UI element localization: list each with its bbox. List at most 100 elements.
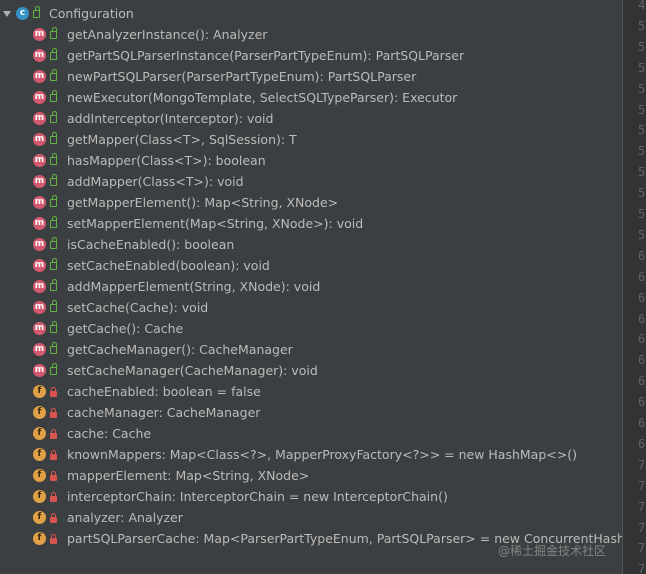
method-icon: m: [33, 343, 46, 356]
line-number: 6: [638, 269, 646, 284]
line-number: 6: [638, 416, 646, 430]
field-icon: f: [33, 406, 46, 419]
method-icon: m: [33, 238, 46, 251]
field-icon: f: [33, 385, 46, 398]
line-number: 5: [638, 227, 646, 242]
line-number: 7: [638, 457, 646, 472]
member-signature: setCacheManager(CacheManager): void: [67, 363, 318, 378]
method-icon: m: [33, 364, 46, 377]
tree-item-field[interactable]: f cacheManager: CacheManager: [0, 402, 622, 423]
private-lock-icon: [50, 450, 57, 460]
public-lock-icon: [50, 111, 57, 123]
tree-item-method[interactable]: m getCache(): Cache: [0, 318, 622, 339]
class-name-label: Configuration: [49, 6, 134, 21]
public-lock-icon: [50, 27, 57, 39]
public-lock-icon: [50, 279, 57, 291]
line-number: 6: [638, 332, 646, 347]
member-signature: getCache(): Cache: [67, 321, 184, 336]
tree-item-method[interactable]: m setCache(Cache): void: [0, 297, 622, 318]
member-signature: newExecutor(MongoTemplate, SelectSQLType…: [67, 90, 458, 105]
member-signature: mapperElement: Map<String, XNode>: [67, 468, 310, 483]
tree-item-method[interactable]: m newExecutor(MongoTemplate, SelectSQLTyp…: [0, 87, 622, 108]
public-lock-icon: [50, 69, 57, 81]
private-lock-icon: [50, 492, 57, 502]
public-lock-icon: [50, 153, 57, 165]
private-lock-icon: [50, 429, 57, 439]
member-signature: knownMappers: Map<Class<?>, MapperProxyF…: [67, 447, 577, 462]
tree-root-configuration[interactable]: c Configuration: [0, 3, 622, 24]
public-lock-icon: [50, 321, 57, 333]
line-number: 6: [638, 290, 646, 305]
tree-item-method[interactable]: m hasMapper(Class<T>): boolean: [0, 150, 622, 171]
method-icon: m: [33, 259, 46, 272]
tree-item-method[interactable]: m getPartSQLParserInstance(ParserPartType…: [0, 45, 622, 66]
field-icon: f: [33, 448, 46, 461]
member-signature: getMapperElement(): Map<String, XNode>: [67, 195, 339, 210]
method-icon: m: [33, 28, 46, 41]
line-number: 5: [638, 102, 646, 117]
member-signature: newPartSQLParser(ParserPartTypeEnum): Pa…: [67, 69, 417, 84]
method-icon: m: [33, 154, 46, 167]
watermark: @稀土掘金技术社区: [497, 544, 606, 558]
tree-item-method[interactable]: m setCacheManager(CacheManager): void: [0, 360, 622, 381]
class-icon: c: [16, 7, 29, 20]
member-signature: cache: Cache: [67, 426, 152, 441]
tree-item-field[interactable]: f knownMappers: Map<Class<?>, MapperProxy…: [0, 444, 622, 465]
field-icon: f: [33, 490, 46, 503]
field-icon: f: [33, 511, 46, 524]
member-signature: getCacheManager(): CacheManager: [67, 342, 293, 357]
tree-item-method[interactable]: m newPartSQLParser(ParserPartTypeEnum): P…: [0, 66, 622, 87]
member-signature: analyzer: Analyzer: [67, 510, 183, 525]
member-signature: hasMapper(Class<T>): boolean: [67, 153, 266, 168]
tree-item-method[interactable]: m isCacheEnabled(): boolean: [0, 234, 622, 255]
public-lock-icon: [50, 195, 57, 207]
tree-item-method[interactable]: m addInterceptor(Interceptor): void: [0, 108, 622, 129]
private-lock-icon: [50, 513, 57, 523]
tree-item-field[interactable]: f cacheEnabled: boolean = false: [0, 381, 622, 402]
method-icon: m: [33, 70, 46, 83]
line-number: 5: [638, 186, 646, 201]
line-number: 7: [638, 499, 646, 514]
tree-item-field[interactable]: f interceptorChain: InterceptorChain = ne…: [0, 486, 622, 507]
member-signature: cacheEnabled: boolean = false: [67, 384, 261, 399]
method-icon: m: [33, 112, 46, 125]
line-number: 7: [638, 520, 646, 535]
tree-item-field[interactable]: f cache: Cache: [0, 423, 622, 444]
tree-item-method[interactable]: m getMapperElement(): Map<String, XNode>: [0, 192, 622, 213]
line-number: 6: [638, 311, 646, 326]
tree-item-method[interactable]: m getCacheManager(): CacheManager: [0, 339, 622, 360]
tree-item-method[interactable]: m setMapperElement(Map<String, XNode>): v…: [0, 213, 622, 234]
member-signature: addInterceptor(Interceptor): void: [67, 111, 274, 126]
field-icon: f: [33, 427, 46, 440]
private-lock-icon: [50, 387, 57, 397]
line-number: 5: [638, 165, 646, 180]
member-signature: interceptorChain: InterceptorChain = new…: [67, 489, 448, 504]
private-lock-icon: [50, 534, 57, 544]
tree-item-method[interactable]: m addMapper(Class<T>): void: [0, 171, 622, 192]
public-lock-icon: [33, 6, 40, 18]
line-number: 6: [638, 395, 646, 410]
public-lock-icon: [50, 132, 57, 144]
method-icon: m: [33, 91, 46, 104]
tree-item-field[interactable]: f analyzer: Analyzer: [0, 507, 622, 528]
public-lock-icon: [50, 363, 57, 375]
private-lock-icon: [50, 408, 57, 418]
member-signature: addMapper(Class<T>): void: [67, 174, 244, 189]
tree-item-method[interactable]: m getMapper(Class<T>, SqlSession): T: [0, 129, 622, 150]
expand-arrow-icon[interactable]: [1, 3, 13, 24]
line-number: 7: [638, 562, 646, 574]
tree-item-method[interactable]: m getAnalyzerInstance(): Analyzer: [0, 24, 622, 45]
tree-item-method[interactable]: m setCacheEnabled(boolean): void: [0, 255, 622, 276]
private-lock-icon: [50, 471, 57, 481]
member-signature: addMapperElement(String, XNode): void: [67, 279, 321, 294]
tree-item-field[interactable]: f mapperElement: Map<String, XNode>: [0, 465, 622, 486]
method-icon: m: [33, 49, 46, 62]
member-signature: isCacheEnabled(): boolean: [67, 237, 235, 252]
method-icon: m: [33, 175, 46, 188]
structure-panel: c Configuration m getAnalyzerInstance(): …: [0, 0, 622, 574]
method-icon: m: [33, 196, 46, 209]
tree-item-method[interactable]: m addMapperElement(String, XNode): void: [0, 276, 622, 297]
line-number: 5: [638, 144, 646, 159]
method-icon: m: [33, 322, 46, 335]
member-signature: cacheManager: CacheManager: [67, 405, 261, 420]
